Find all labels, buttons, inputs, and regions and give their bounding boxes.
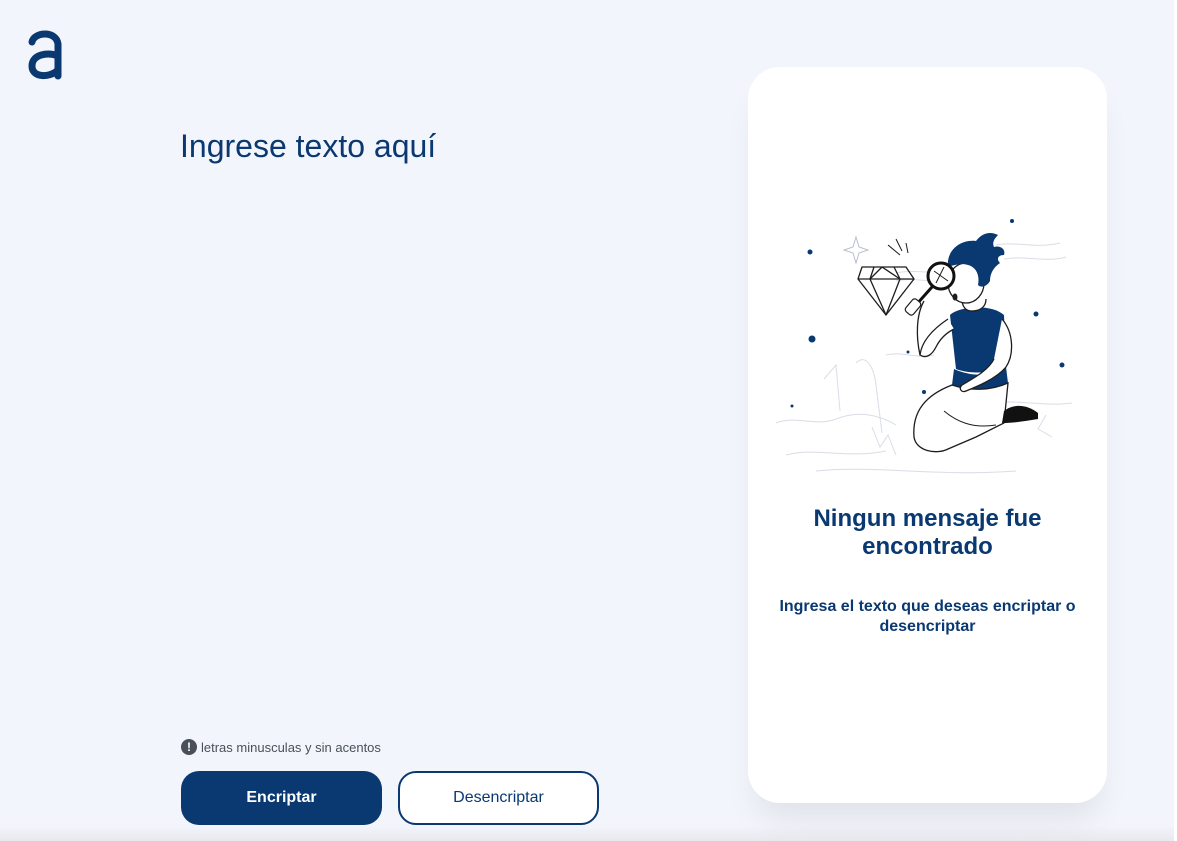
output-card: Ningun mensaje fue encontrado Ingresa el… (748, 67, 1107, 803)
card-subtitle: Ingresa el texto que deseas encriptar o … (779, 598, 1076, 635)
alura-logo-icon[interactable] (26, 26, 64, 80)
hint: ! letras minusculas y sin acentos (181, 739, 381, 755)
hint-text: letras minusculas y sin acentos (201, 739, 381, 755)
person-with-magnifying-glass-icon (776, 219, 1073, 474)
decrypt-button[interactable]: Desencriptar (398, 771, 599, 825)
page-bottom-shade (0, 826, 1174, 841)
exclamation-circle-icon: ! (181, 739, 197, 755)
text-input[interactable] (180, 128, 700, 718)
card-title: Ningun mensaje fue encontrado (813, 505, 1042, 560)
encrypt-button[interactable]: Encriptar (181, 771, 382, 825)
